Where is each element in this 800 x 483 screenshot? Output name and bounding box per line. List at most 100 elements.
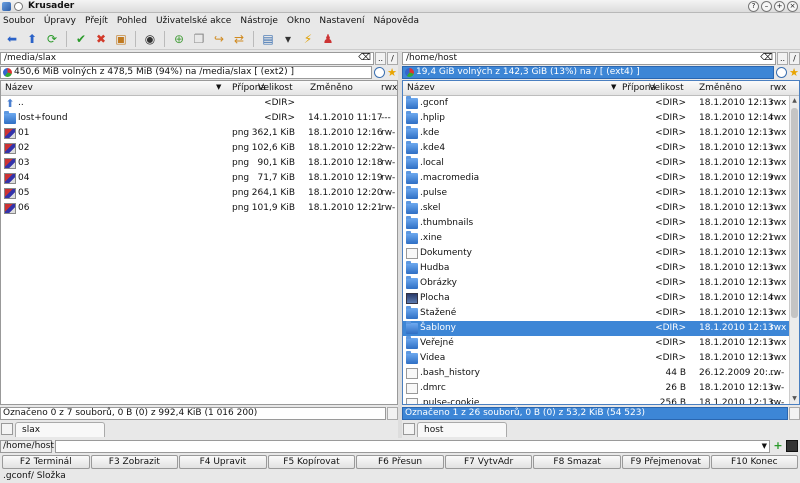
file-row[interactable]: Plocha <DIR> 18.1.2010 12:14 rwx [403, 291, 799, 306]
menu-item[interactable]: Nápověda [373, 16, 419, 26]
column-name[interactable]: Název [5, 83, 33, 93]
file-row[interactable]: .dmrc 26 B 18.1.2010 12:13 rw- [403, 381, 799, 396]
file-row[interactable]: .kde4 <DIR> 18.1.2010 12:13 rwx [403, 141, 799, 156]
media-button[interactable] [776, 67, 787, 78]
history-button[interactable]: .. [375, 51, 386, 65]
file-row[interactable]: Obrázky <DIR> 18.1.2010 12:13 rwx [403, 276, 799, 291]
file-row[interactable]: Videa <DIR> 18.1.2010 12:13 rwx [403, 351, 799, 366]
file-row[interactable]: 04 png 71,7 KiB 18.1.2010 12:19 rw- [1, 171, 397, 186]
file-row[interactable]: Šablony <DIR> 18.1.2010 12:13 rwx [403, 321, 799, 336]
new-tab-icon[interactable] [403, 423, 415, 435]
right-scrollbar[interactable]: ▲ ▼ [789, 96, 799, 404]
menu-item[interactable]: Úpravy [44, 16, 76, 26]
app-icon[interactable] [2, 1, 11, 11]
file-row[interactable]: 06 png 101,9 KiB 18.1.2010 12:21 rw- [1, 201, 397, 216]
file-row[interactable]: Veřejné <DIR> 18.1.2010 12:13 rwx [403, 336, 799, 351]
column-perm[interactable]: rwx [770, 83, 786, 93]
file-row[interactable]: .xine <DIR> 18.1.2010 12:21 rwx [403, 231, 799, 246]
column-modified[interactable]: Změněno [310, 83, 353, 93]
file-row[interactable]: 01 png 362,1 KiB 18.1.2010 12:16 rw- [1, 126, 397, 141]
terminal-icon[interactable] [786, 440, 798, 452]
new-tab-icon[interactable] [1, 423, 13, 435]
file-row[interactable]: .thumbnails <DIR> 18.1.2010 12:13 rwx [403, 216, 799, 231]
menu-item[interactable]: Nástroje [240, 16, 278, 26]
file-row[interactable]: .bash_history 44 B 26.12.2009 20:... rw- [403, 366, 799, 381]
left-tab[interactable]: slax [15, 421, 105, 437]
file-row[interactable]: .hplip <DIR> 18.1.2010 12:14 rwx [403, 111, 799, 126]
file-row[interactable]: .local <DIR> 18.1.2010 12:13 rwx [403, 156, 799, 171]
fkey-8[interactable]: F8 Smazat [533, 455, 621, 469]
column-size[interactable]: Velikost [258, 83, 293, 93]
chevron-down-icon[interactable]: ▼ [762, 441, 767, 452]
fkey-10[interactable]: F10 Konec [710, 455, 799, 469]
maximize-button[interactable]: + [774, 1, 785, 12]
add-icon[interactable]: + [772, 440, 784, 452]
sync-icon[interactable]: ⇄ [231, 31, 247, 47]
media-button[interactable] [374, 67, 385, 78]
scroll-thumb[interactable] [791, 108, 798, 318]
menu-item[interactable]: Nastavení [319, 16, 364, 26]
fkey-6[interactable]: F6 Přesun [356, 455, 444, 469]
menu-item[interactable]: Soubor [3, 16, 35, 26]
menu-item[interactable]: Přejít [85, 16, 108, 26]
file-row[interactable]: lost+found <DIR> 14.1.2010 11:17 --- [1, 111, 397, 126]
file-row[interactable]: ⬆.. <DIR> [1, 96, 397, 111]
command-line-input[interactable]: ▼ [55, 439, 770, 453]
column-size[interactable]: Velikost [649, 83, 684, 93]
scroll-down-icon[interactable]: ▼ [790, 394, 799, 404]
clear-path-icon[interactable]: ⌫ [358, 53, 371, 64]
scroll-up-icon[interactable]: ▲ [790, 96, 799, 106]
file-row[interactable]: .skel <DIR> 18.1.2010 12:13 rwx [403, 201, 799, 216]
menu-item[interactable]: Uživatelské akce [156, 16, 231, 26]
fkey-4[interactable]: F4 Upravit [179, 455, 267, 469]
left-file-list[interactable]: Název ▼ Přípona Velikost Změněno rwx ⬆..… [0, 80, 398, 405]
file-row[interactable]: 03 png 90,1 KiB 18.1.2010 12:18 rw- [1, 156, 397, 171]
root-icon[interactable]: ♟ [320, 31, 336, 47]
copy-icon[interactable]: ❐ [191, 31, 207, 47]
right-disk-info[interactable]: 19,4 GiB volných z 142,3 GiB (13%) na / … [402, 66, 774, 79]
file-row[interactable]: .kde <DIR> 18.1.2010 12:13 rwx [403, 126, 799, 141]
menu-item[interactable]: Pohled [117, 16, 147, 26]
fkey-3[interactable]: F3 Zobrazit [90, 455, 179, 469]
file-row[interactable]: Dokumenty <DIR> 18.1.2010 12:13 rwx [403, 246, 799, 261]
back-icon[interactable]: ⬅ [4, 31, 20, 47]
column-perm[interactable]: rwx [381, 83, 397, 93]
dropdown-icon[interactable]: ▾ [280, 31, 296, 47]
file-row[interactable]: 02 png 102,6 KiB 18.1.2010 12:22 rw- [1, 141, 397, 156]
right-tab[interactable]: host [417, 421, 507, 437]
file-row[interactable]: Stažené <DIR> 18.1.2010 12:13 rwx [403, 306, 799, 321]
up-icon[interactable]: ⬆ [24, 31, 40, 47]
help-button[interactable]: ? [748, 1, 759, 12]
left-status-button[interactable] [387, 406, 398, 420]
clear-path-icon[interactable]: ⌫ [760, 53, 773, 64]
root-button[interactable]: / [387, 51, 398, 65]
fkey-2[interactable]: F2 Terminál [2, 455, 90, 469]
mount-icon[interactable]: ⚡ [300, 31, 316, 47]
file-row[interactable]: Hudba <DIR> 18.1.2010 12:13 rwx [403, 261, 799, 276]
minimize-button[interactable]: – [761, 1, 772, 12]
unselect-icon[interactable]: ✖ [93, 31, 109, 47]
terminal-icon[interactable]: ▤ [260, 31, 276, 47]
column-modified[interactable]: Změněno [699, 83, 742, 93]
file-row[interactable]: .pulse-cookie 256 B 18.1.2010 12:13 rw- [403, 396, 799, 404]
right-status-button[interactable] [789, 406, 800, 420]
new-file-icon[interactable]: ⊕ [171, 31, 187, 47]
left-path-field[interactable]: /media/slax ⌫ [0, 51, 374, 65]
close-button[interactable]: × [787, 1, 798, 12]
fkey-5[interactable]: F5 Kopírovat [267, 455, 356, 469]
fkey-7[interactable]: F7 VytvAdr [444, 455, 533, 469]
right-file-list[interactable]: Název ▼ Přípona Velikost Změněno rwx .gc… [402, 80, 800, 405]
select-all-icon[interactable]: ✔ [73, 31, 89, 47]
history-button[interactable]: .. [777, 51, 788, 65]
search-icon[interactable]: ◉ [142, 31, 158, 47]
file-row[interactable]: .macromedia <DIR> 18.1.2010 12:19 rwx [403, 171, 799, 186]
column-name[interactable]: Název [407, 83, 435, 93]
pin-icon[interactable] [14, 1, 23, 11]
bookmark-star-icon[interactable]: ★ [386, 66, 398, 79]
bookmark-star-icon[interactable]: ★ [788, 66, 800, 79]
refresh-icon[interactable]: ⟳ [44, 31, 60, 47]
move-icon[interactable]: ↪ [211, 31, 227, 47]
file-row[interactable]: 05 png 264,1 KiB 18.1.2010 12:20 rw- [1, 186, 397, 201]
left-disk-info[interactable]: 450,6 MiB volných z 478,5 MiB (94%) na /… [0, 66, 372, 79]
right-path-field[interactable]: /home/host ⌫ [402, 51, 776, 65]
